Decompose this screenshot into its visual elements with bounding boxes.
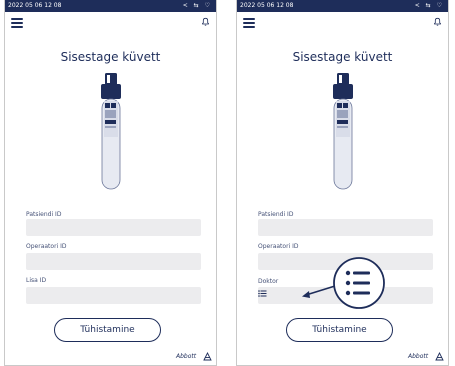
field-label-patient-id: Patsiendi ID bbox=[26, 211, 62, 218]
status-time: 2022 05 06 12 08 bbox=[8, 2, 62, 9]
status-icons: < ⇆ ♡ bbox=[414, 2, 444, 9]
brand-logo: Abbott bbox=[408, 353, 429, 360]
cuvette-illustration bbox=[333, 73, 353, 190]
patient-id-input[interactable] bbox=[258, 219, 433, 236]
field-label-operator-id: Operaatori ID bbox=[258, 243, 299, 250]
page-title: Sisestage küvett bbox=[60, 50, 161, 64]
device-screen-left: 2022 05 06 12 08 < ⇆ ♡ Sisestage küvett … bbox=[4, 0, 217, 366]
device-screen-right: 2022 05 06 12 08 < ⇆ ♡ Sisestage küvett … bbox=[236, 0, 449, 366]
patient-id-input[interactable] bbox=[26, 219, 201, 236]
field-label-doctor: Doktor bbox=[258, 278, 279, 285]
hamburger-menu-icon[interactable] bbox=[11, 18, 23, 28]
bell-icon[interactable] bbox=[201, 17, 210, 26]
operator-id-input[interactable] bbox=[26, 253, 201, 270]
brand-mark-icon bbox=[203, 352, 212, 361]
field-label-operator-id: Operaatori ID bbox=[26, 243, 67, 250]
status-bar: 2022 05 06 12 08 < ⇆ ♡ bbox=[237, 0, 448, 12]
list-icon[interactable] bbox=[258, 290, 267, 297]
hamburger-menu-icon[interactable] bbox=[243, 18, 255, 28]
status-icons: < ⇆ ♡ bbox=[182, 2, 212, 9]
extra-id-input[interactable] bbox=[26, 287, 201, 304]
page-title: Sisestage küvett bbox=[292, 50, 393, 64]
bell-icon[interactable] bbox=[433, 17, 442, 26]
brand-mark-icon bbox=[435, 352, 444, 361]
status-bar: 2022 05 06 12 08 < ⇆ ♡ bbox=[5, 0, 216, 12]
list-icon-callout bbox=[333, 257, 385, 309]
cancel-button[interactable]: Tühistamine bbox=[286, 318, 393, 342]
cuvette-illustration bbox=[101, 73, 121, 190]
field-label-patient-id: Patsiendi ID bbox=[258, 211, 294, 218]
brand-logo: Abbott bbox=[176, 353, 197, 360]
cancel-button[interactable]: Tühistamine bbox=[54, 318, 161, 342]
status-time: 2022 05 06 12 08 bbox=[240, 2, 294, 9]
field-label-extra-id: Lisa ID bbox=[26, 277, 47, 284]
